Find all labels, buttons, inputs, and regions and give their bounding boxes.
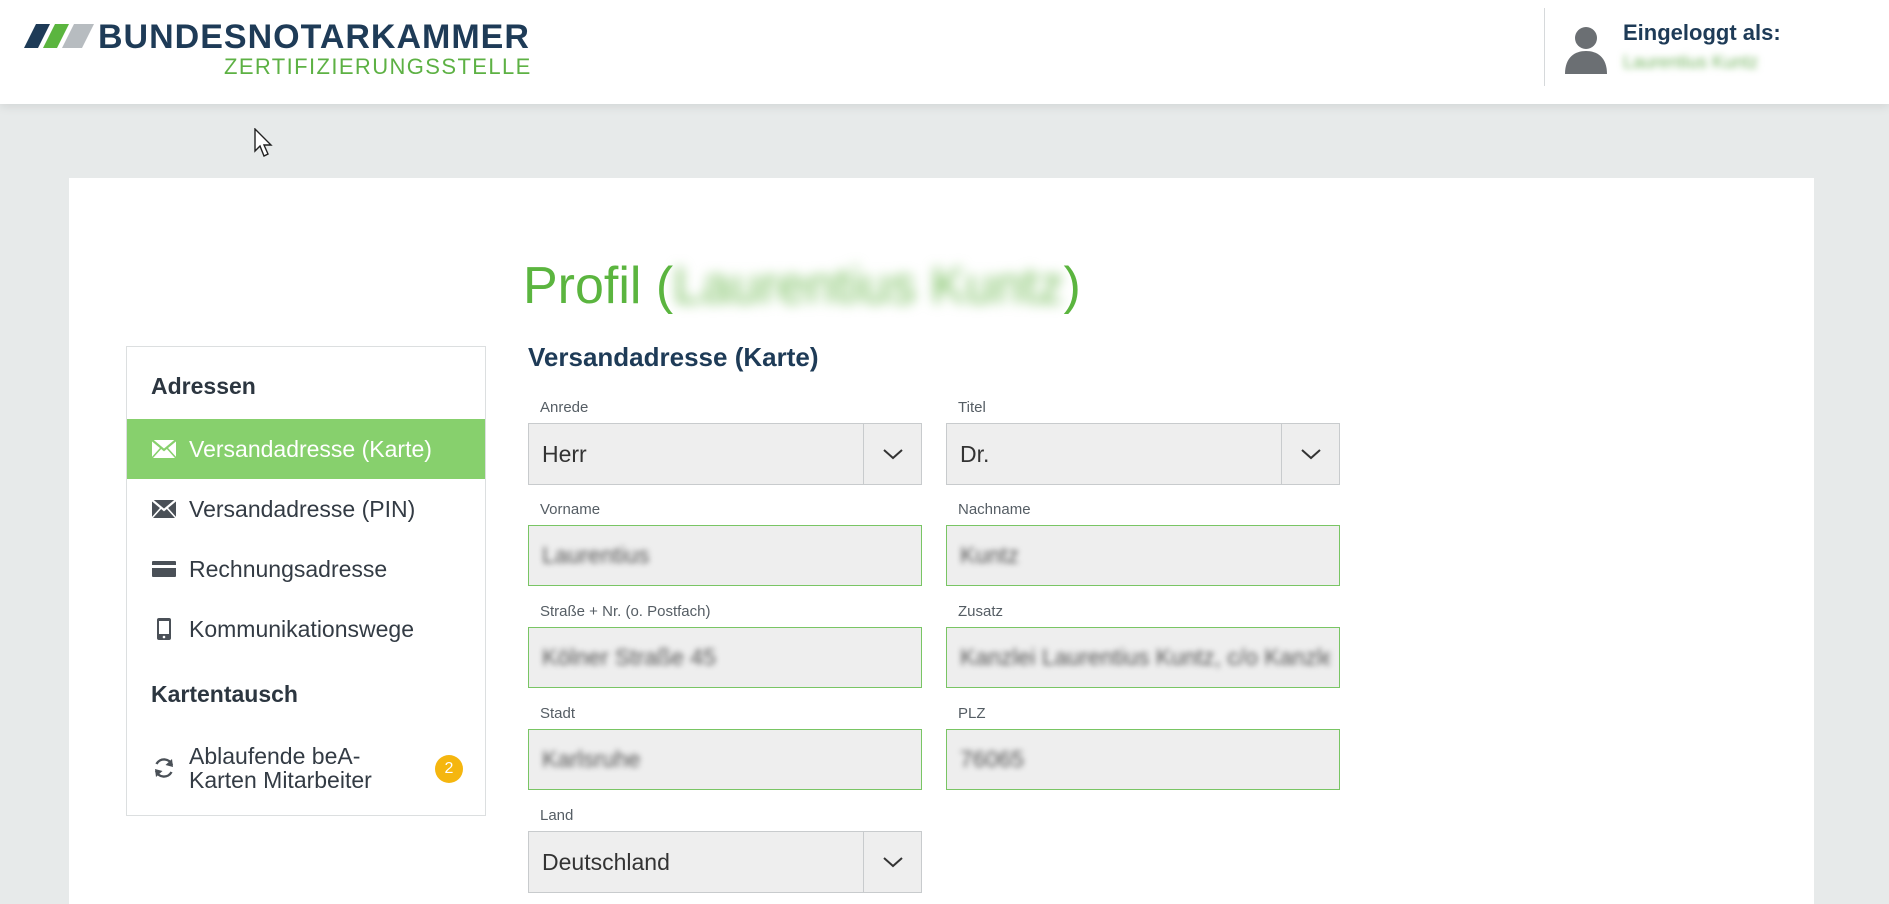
mouse-cursor-icon (254, 128, 273, 157)
envelope-icon (151, 498, 177, 520)
sidebar-nav: Adressen Versandadresse (Karte) Versanda… (126, 346, 486, 816)
plz-value: 76065 (960, 746, 1024, 772)
sidebar-item-rechnungsadresse[interactable]: Rechnungsadresse (127, 539, 485, 599)
profile-name: Laurentius Kuntz (673, 257, 1064, 315)
brand-name: BUNDESNOTARKAMMER (98, 18, 530, 56)
sidebar-item-label: Rechnungsadresse (189, 555, 388, 582)
sidebar-item-label: Kommunikationswege (189, 615, 415, 642)
logo-stripes-icon (24, 24, 94, 48)
land-select[interactable]: Deutschland (528, 831, 922, 893)
vorname-label: Vorname (540, 501, 601, 518)
sidebar-item-label: Versandadresse (Karte) (189, 435, 432, 462)
sidebar-item-versandadresse-pin[interactable]: Versandadresse (PIN) (127, 479, 485, 539)
logged-in-user-name: Laurentius Kuntz (1623, 52, 1759, 72)
nachname-label: Nachname (958, 501, 1031, 518)
land-value: Deutschland (542, 848, 670, 875)
top-header: BUNDESNOTARKAMMER ZERTIFIZIERUNGSSTELLE … (0, 0, 1889, 104)
sidebar-item-ablaufende-bea-karten[interactable]: Ablaufende beA-Karten Mitarbeiter 2 (127, 733, 485, 803)
envelope-icon (151, 438, 177, 460)
chevron-down-icon[interactable] (863, 832, 921, 892)
sidebar-item-versandadresse-karte[interactable]: Versandadresse (Karte) (127, 419, 485, 479)
nachname-value: Kuntz (960, 542, 1019, 568)
sidebar-item-label: Versandadresse (PIN) (189, 495, 416, 522)
stadt-label: Stadt (540, 705, 576, 722)
stadt-input[interactable]: Karlsruhe (528, 729, 922, 790)
refresh-icon (151, 757, 177, 779)
sidebar-heading-addresses: Adressen (151, 373, 256, 399)
sidebar-heading-kartentausch: Kartentausch (151, 681, 298, 707)
land-label: Land (540, 807, 574, 824)
sidebar-item-label: Ablaufende beA-Karten Mitarbeiter (189, 743, 372, 793)
strasse-input[interactable]: Kölner Straße 45 (528, 627, 922, 688)
sidebar-item-kommunikationswege[interactable]: Kommunikationswege (127, 599, 485, 659)
nachname-input[interactable]: Kuntz (946, 525, 1340, 586)
credit-card-icon (151, 558, 177, 580)
bundesnotarkammer-logo[interactable]: BUNDESNOTARKAMMER ZERTIFIZIERUNGSSTELLE (24, 18, 530, 79)
stadt-value: Karlsruhe (542, 746, 641, 772)
brand-subtitle: ZERTIFIZIERUNGSSTELLE (224, 54, 532, 79)
section-title: Versandadresse (Karte) (528, 342, 819, 372)
zusatz-value: Kanzlei Laurentius Kuntz, c/o Kanzlei (960, 644, 1330, 670)
titel-label: Titel (958, 399, 986, 416)
plz-input[interactable]: 76065 (946, 729, 1340, 790)
count-badge: 2 (435, 755, 463, 783)
logged-in-label: Eingeloggt als: (1623, 20, 1781, 45)
page-title: Profil (Laurentius Kuntz) (523, 257, 1081, 315)
user-info[interactable]: Eingeloggt als: Laurentius Kuntz (1544, 8, 1889, 86)
chevron-down-icon[interactable] (1281, 424, 1339, 484)
titel-value: Dr. (960, 440, 990, 467)
titel-select[interactable]: Dr. (946, 423, 1340, 485)
user-avatar-icon (1565, 27, 1607, 74)
anrede-select[interactable]: Herr (528, 423, 922, 485)
anrede-label: Anrede (540, 399, 589, 416)
mobile-phone-icon (151, 618, 177, 640)
vorname-input[interactable]: Laurentius (528, 525, 922, 586)
vorname-value: Laurentius (542, 542, 650, 568)
strasse-value: Kölner Straße 45 (542, 644, 716, 670)
zusatz-input[interactable]: Kanzlei Laurentius Kuntz, c/o Kanzlei (946, 627, 1340, 688)
zusatz-label: Zusatz (958, 603, 1004, 620)
strasse-label: Straße + Nr. (o. Postfach) (540, 603, 711, 620)
anrede-value: Herr (542, 440, 587, 467)
plz-label: PLZ (958, 705, 986, 722)
chevron-down-icon[interactable] (863, 424, 921, 484)
